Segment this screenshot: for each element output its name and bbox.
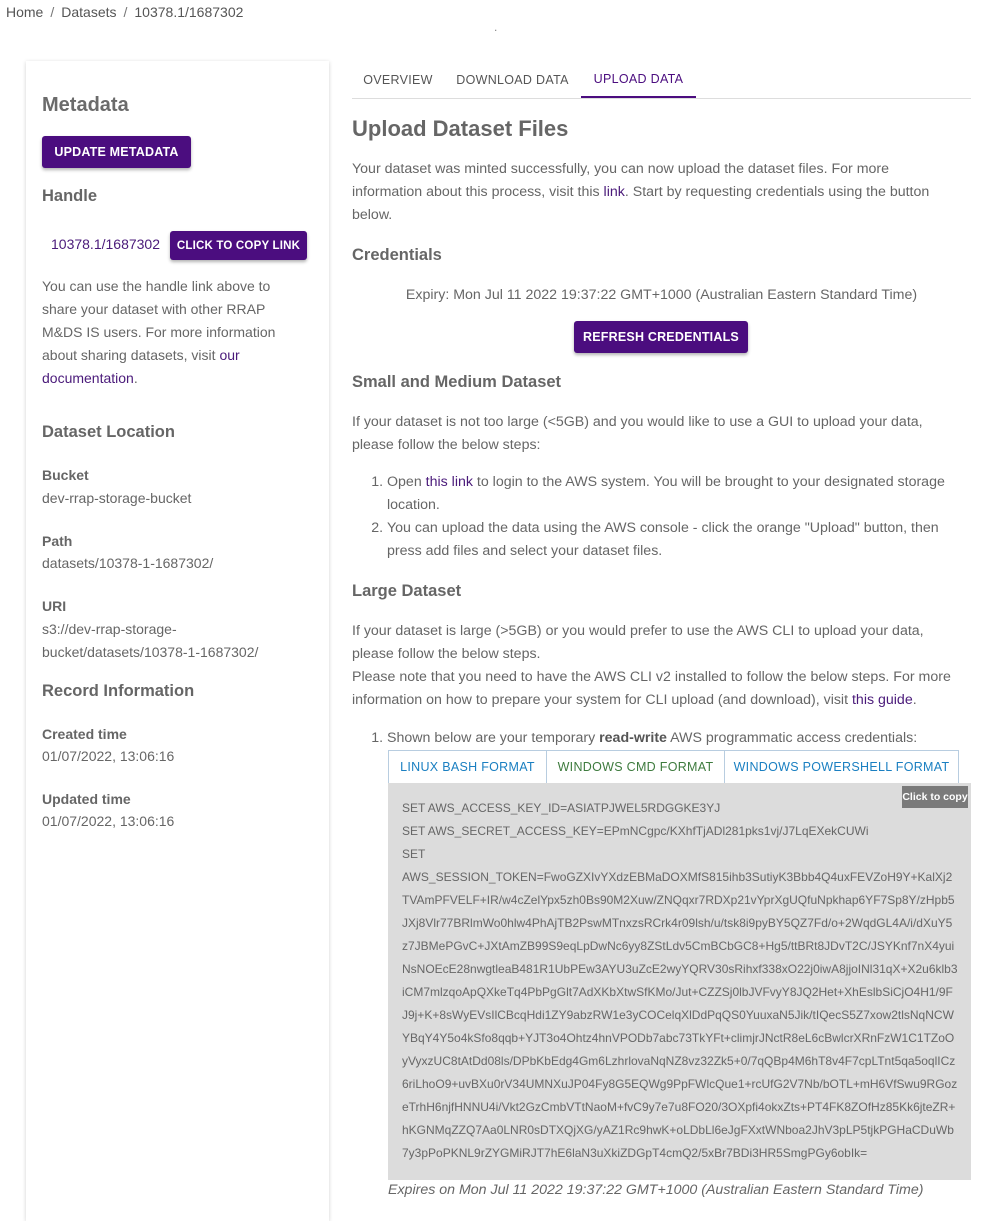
credentials-heading: Credentials: [352, 246, 442, 264]
credentials-code-block[interactable]: SET AWS_ACCESS_KEY_ID=ASIATPJWEL5RDGGKE3…: [388, 783, 971, 1180]
created-time-value: 01/07/2022, 13:06:16: [42, 748, 175, 764]
page-title: Upload Dataset Files: [352, 116, 569, 141]
list-item: You can upload the data using the AWS co…: [387, 517, 970, 563]
credentials-expires-note: Expires on Mon Jul 11 2022 19:37:22 GMT+…: [388, 1182, 924, 1198]
refresh-credentials-button[interactable]: REFRESH CREDENTIALS: [574, 321, 748, 353]
copy-link-button[interactable]: CLICK TO COPY LINK: [170, 231, 307, 260]
large-dataset-note: Please note that you need to have the AW…: [352, 669, 951, 708]
tabs-divider: [352, 98, 971, 99]
updated-time-label: Updated time: [42, 791, 131, 807]
update-metadata-button[interactable]: UPDATE METADATA: [42, 136, 191, 168]
created-time-label: Created time: [42, 726, 127, 742]
handle-heading: Handle: [42, 187, 98, 205]
breadcrumb-datasets[interactable]: Datasets: [61, 4, 116, 20]
uri-label: URI: [42, 598, 67, 614]
credentials-expiry: Expiry: Mon Jul 11 2022 19:37:22 GMT+100…: [405, 287, 918, 303]
large-dataset-heading: Large Dataset: [352, 582, 462, 600]
path-label: Path: [42, 533, 73, 549]
small-dataset-heading: Small and Medium Dataset: [352, 373, 562, 391]
updated-time-value: 01/07/2022, 13:06:16: [42, 813, 175, 829]
tab-upload-data[interactable]: UPLOAD DATA: [581, 61, 696, 98]
bucket-label: Bucket: [42, 467, 89, 483]
list-item: Shown below are your temporary read-writ…: [387, 727, 970, 750]
tab-windows-powershell-format[interactable]: WINDOWS POWERSHELL FORMAT: [725, 751, 958, 783]
tab-linux-bash-format[interactable]: LINUX BASH FORMAT: [389, 751, 547, 783]
credential-format-tabs: LINUX BASH FORMAT WINDOWS CMD FORMAT WIN…: [388, 750, 959, 784]
breadcrumb: Home / Datasets / 10378.1/1687302: [6, 4, 243, 20]
header-dot: .: [494, 20, 498, 34]
small-dataset-intro: If your dataset is not too large (<5GB) …: [352, 414, 923, 453]
breadcrumb-separator: /: [50, 4, 55, 20]
sidebar-title: Metadata: [42, 94, 129, 116]
breadcrumb-current: 10378.1/1687302: [134, 4, 244, 20]
large-dataset-intro: If your dataset is large (>5GB) or you w…: [352, 623, 924, 662]
breadcrumb-separator: /: [123, 4, 128, 20]
intro-paragraph: Your dataset was minted successfully, yo…: [352, 161, 930, 223]
tab-windows-cmd-format[interactable]: WINDOWS CMD FORMAT: [547, 751, 725, 783]
handle-description: You can use the handle link above to sha…: [42, 278, 276, 386]
small-dataset-steps: Open this link to login to the AWS syste…: [370, 471, 970, 563]
record-information-heading: Record Information: [42, 682, 195, 700]
intro-link[interactable]: link: [604, 184, 625, 200]
tab-overview[interactable]: OVERVIEW: [352, 61, 444, 98]
large-dataset-steps: Shown below are your temporary read-writ…: [370, 727, 970, 750]
handle-link[interactable]: 10378.1/1687302: [51, 236, 160, 252]
bucket-value: dev-rrap-storage-bucket: [42, 490, 192, 506]
copy-credentials-button[interactable]: Click to copy: [902, 786, 968, 808]
credentials-code-text: SET AWS_ACCESS_KEY_ID=ASIATPJWEL5RDGGKE3…: [402, 801, 958, 1160]
path-value: datasets/10378-1-1687302/: [42, 555, 214, 571]
dataset-location-heading: Dataset Location: [42, 423, 175, 441]
aws-login-link[interactable]: this link: [426, 474, 473, 490]
tab-download-data[interactable]: DOWNLOAD DATA: [446, 61, 579, 98]
metadata-sidebar: Metadata UPDATE METADATA Handle 10378.1/…: [26, 61, 329, 1221]
list-item: Open this link to login to the AWS syste…: [387, 471, 970, 517]
guide-link[interactable]: this guide: [852, 692, 913, 708]
uri-value: s3://dev-rrap-storage-bucket/datasets/10…: [42, 621, 259, 660]
breadcrumb-home[interactable]: Home: [6, 4, 43, 20]
